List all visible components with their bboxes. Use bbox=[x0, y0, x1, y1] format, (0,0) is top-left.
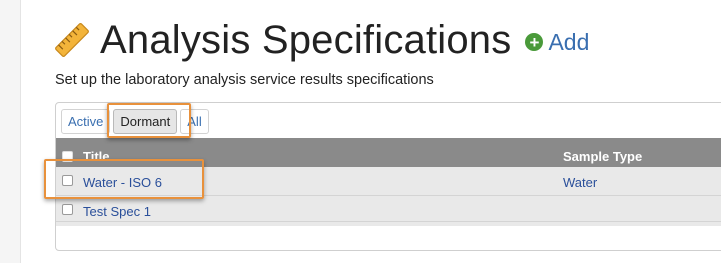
row-title-link[interactable]: Water - ISO 6 bbox=[83, 175, 162, 190]
page-description: Set up the laboratory analysis service r… bbox=[55, 72, 434, 88]
table-row: Test Spec 1 bbox=[56, 195, 721, 221]
ruler-icon bbox=[55, 23, 89, 57]
filter-all-button[interactable]: All bbox=[180, 109, 209, 134]
row-checkbox[interactable] bbox=[62, 175, 73, 186]
table-header: Title Sample Type bbox=[56, 138, 721, 167]
table-row: Water - ISO 6 Water bbox=[56, 167, 721, 195]
select-all-checkbox[interactable] bbox=[62, 151, 73, 162]
page-header: Analysis Specifications + Add bbox=[52, 14, 589, 66]
filter-dormant-button[interactable]: Dormant bbox=[113, 109, 178, 134]
specifications-panel: Active Dormant All Title Sample Type Wat… bbox=[55, 102, 721, 251]
left-rail bbox=[0, 0, 21, 263]
column-header-sample-type[interactable]: Sample Type bbox=[563, 149, 642, 164]
add-icon: + bbox=[525, 33, 544, 51]
filter-active-button[interactable]: Active bbox=[61, 109, 111, 134]
page-title: Analysis Specifications bbox=[100, 18, 512, 62]
filter-bar: Active Dormant All bbox=[61, 109, 212, 134]
row-sample-type-link[interactable]: Water bbox=[563, 175, 597, 190]
row-checkbox[interactable] bbox=[62, 204, 73, 215]
add-button[interactable]: + Add bbox=[525, 29, 589, 56]
table-footer bbox=[56, 221, 721, 226]
column-header-title[interactable]: Title bbox=[83, 149, 110, 164]
row-title-link[interactable]: Test Spec 1 bbox=[83, 204, 151, 219]
add-label: Add bbox=[548, 28, 590, 55]
